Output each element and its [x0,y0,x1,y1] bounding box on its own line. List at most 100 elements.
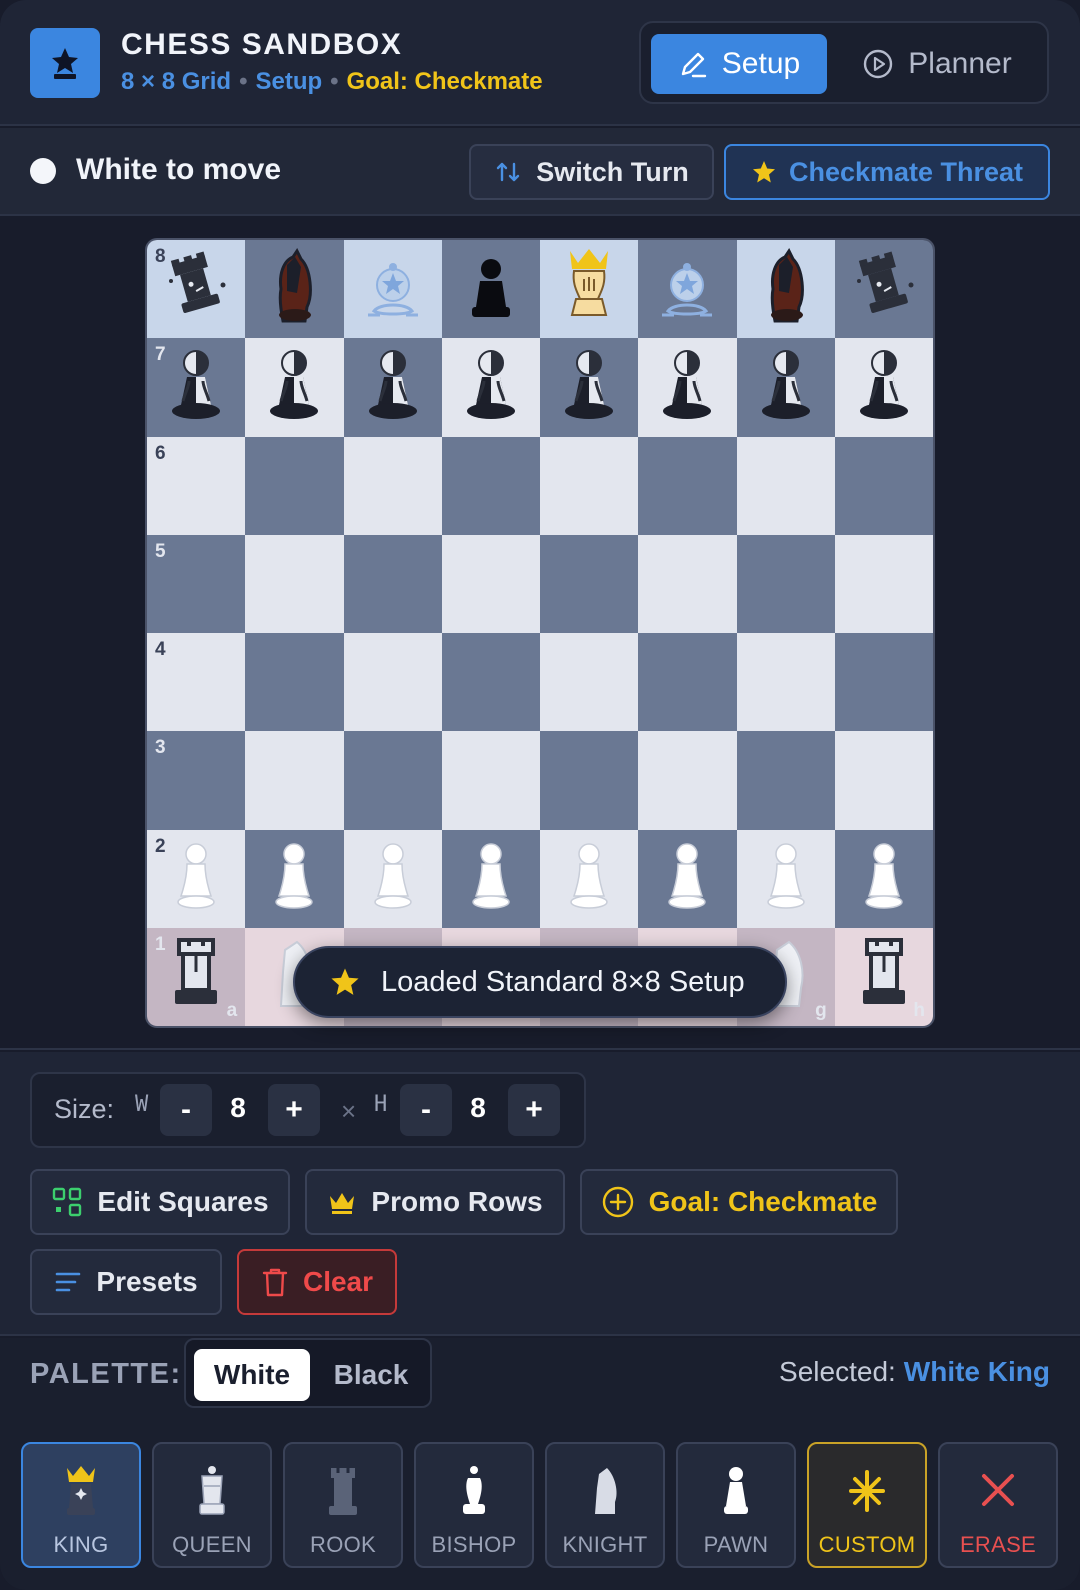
square-e3[interactable] [540,731,639,830]
half-pawn-icon[interactable] [454,343,528,432]
square-f4[interactable] [638,633,737,732]
clear-button[interactable]: Clear [237,1249,397,1315]
square-f3[interactable] [638,731,737,830]
square-h6[interactable] [834,436,933,535]
square-g7[interactable] [736,338,835,437]
square-g6[interactable] [736,436,835,535]
square-b7[interactable] [245,338,344,437]
planner-tab[interactable]: Planner [837,34,1037,94]
edit-squares-button[interactable]: Edit Squares [30,1169,290,1235]
white-pawn-icon[interactable] [650,834,724,923]
square-e8[interactable] [540,240,639,339]
black-knight-icon[interactable] [257,245,331,334]
black-knight-icon[interactable] [749,245,823,334]
square-h7[interactable] [834,338,933,437]
palette-tile-knight[interactable]: KNIGHT [545,1442,665,1568]
promo-rows-button[interactable]: Promo Rows [305,1169,565,1235]
square-b8[interactable] [245,240,344,339]
palette-tile-king[interactable]: KING [21,1442,141,1568]
square-c6[interactable] [343,436,442,535]
square-e7[interactable] [540,338,639,437]
black-rook-icon[interactable] [159,245,233,334]
palette-tile-custom[interactable]: CUSTOM [807,1442,927,1568]
checkmate-threat-button[interactable]: Checkmate Threat [724,144,1050,200]
square-e2[interactable] [540,829,639,928]
square-g4[interactable] [736,633,835,732]
square-h4[interactable] [834,633,933,732]
square-h8[interactable] [834,240,933,339]
square-d3[interactable] [441,731,540,830]
width-increment-button[interactable]: + [268,1084,320,1136]
palette-tile-pawn[interactable]: PAWN [676,1442,796,1568]
black-color-button[interactable]: Black [316,1349,426,1401]
square-c7[interactable] [343,338,442,437]
square-c3[interactable] [343,731,442,830]
square-g5[interactable] [736,534,835,633]
square-c8[interactable] [343,240,442,339]
white-pawn-icon[interactable] [356,834,430,923]
square-a1[interactable]: 1a [147,927,246,1026]
white-rook-icon[interactable] [159,932,233,1021]
square-b6[interactable] [245,436,344,535]
half-pawn-icon[interactable] [356,343,430,432]
square-b5[interactable] [245,534,344,633]
height-increment-button[interactable]: + [508,1084,560,1136]
square-g3[interactable] [736,731,835,830]
square-f5[interactable] [638,534,737,633]
square-f2[interactable] [638,829,737,928]
setup-tab[interactable]: Setup [651,34,827,94]
square-h3[interactable] [834,731,933,830]
square-a3[interactable]: 3 [147,731,246,830]
square-c2[interactable] [343,829,442,928]
white-pawn-icon[interactable] [749,834,823,923]
square-g2[interactable] [736,829,835,928]
palette-tile-bishop[interactable]: BISHOP [414,1442,534,1568]
square-h2[interactable] [834,829,933,928]
square-f8[interactable] [638,240,737,339]
square-f7[interactable] [638,338,737,437]
black-pawn-icon[interactable] [454,245,528,334]
palette-tile-rook[interactable]: ROOK [283,1442,403,1568]
half-pawn-icon[interactable] [847,343,921,432]
square-d2[interactable] [441,829,540,928]
goal-button[interactable]: Goal: Checkmate [580,1169,898,1235]
square-b4[interactable] [245,633,344,732]
square-h5[interactable] [834,534,933,633]
blue-bishop-icon[interactable] [356,245,430,334]
gold-king-icon[interactable] [552,245,626,334]
white-pawn-icon[interactable] [454,834,528,923]
switch-turn-button[interactable]: Switch Turn [469,144,714,200]
white-pawn-icon[interactable] [847,834,921,923]
square-c4[interactable] [343,633,442,732]
square-a8[interactable]: 8 [147,240,246,339]
white-pawn-icon[interactable] [552,834,626,923]
square-h1[interactable]: h [834,927,933,1026]
half-pawn-icon[interactable] [552,343,626,432]
square-a4[interactable]: 4 [147,633,246,732]
square-e6[interactable] [540,436,639,535]
square-c5[interactable] [343,534,442,633]
square-b2[interactable] [245,829,344,928]
square-a6[interactable]: 6 [147,436,246,535]
width-decrement-button[interactable]: - [160,1084,212,1136]
blue-bishop-icon[interactable] [650,245,724,334]
black-rook-icon[interactable] [847,245,921,334]
square-d6[interactable] [441,436,540,535]
palette-tile-erase[interactable]: ERASE [938,1442,1058,1568]
half-pawn-icon[interactable] [650,343,724,432]
square-d8[interactable] [441,240,540,339]
square-e4[interactable] [540,633,639,732]
half-pawn-icon[interactable] [257,343,331,432]
half-pawn-icon[interactable] [159,343,233,432]
square-f6[interactable] [638,436,737,535]
square-a5[interactable]: 5 [147,534,246,633]
white-pawn-icon[interactable] [257,834,331,923]
square-d5[interactable] [441,534,540,633]
square-d4[interactable] [441,633,540,732]
square-e5[interactable] [540,534,639,633]
square-g8[interactable] [736,240,835,339]
square-d7[interactable] [441,338,540,437]
presets-button[interactable]: Presets [30,1249,222,1315]
white-pawn-icon[interactable] [159,834,233,923]
square-a2[interactable]: 2 [147,829,246,928]
